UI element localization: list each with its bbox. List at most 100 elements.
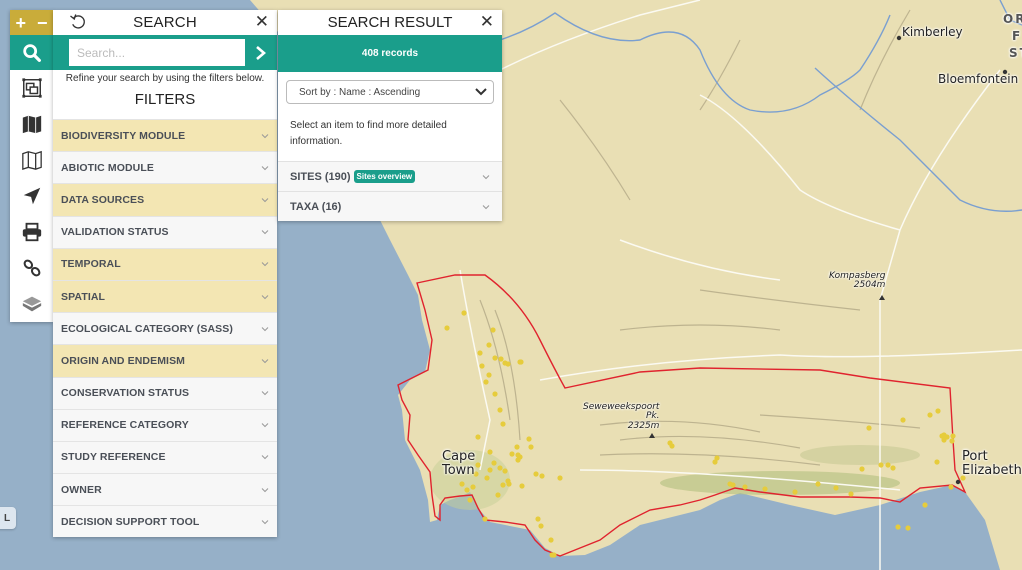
site-marker[interactable] xyxy=(935,408,941,414)
site-marker[interactable] xyxy=(500,482,506,488)
site-marker[interactable] xyxy=(557,475,563,481)
site-marker[interactable] xyxy=(497,465,503,471)
filter-item[interactable]: OWNER xyxy=(53,473,277,506)
layers-button[interactable] xyxy=(10,286,53,322)
filter-item[interactable]: VALIDATION STATUS xyxy=(53,215,277,248)
sites-section[interactable]: SITES (190) Sites overview xyxy=(278,161,502,191)
close-result-panel-button[interactable]: ✕ xyxy=(480,13,494,30)
search-submit-button[interactable] xyxy=(245,35,277,70)
site-marker[interactable] xyxy=(815,481,821,487)
site-marker[interactable] xyxy=(492,355,498,361)
search-tool-button[interactable] xyxy=(10,35,53,70)
site-marker[interactable] xyxy=(548,537,554,543)
basemap-button[interactable] xyxy=(10,106,53,142)
legend-toggle-button[interactable]: L xyxy=(0,507,16,529)
site-marker[interactable] xyxy=(885,462,891,468)
site-marker[interactable] xyxy=(950,433,956,439)
filter-item[interactable]: DECISION SUPPORT TOOL xyxy=(53,505,277,538)
site-marker[interactable] xyxy=(487,467,493,473)
site-marker[interactable] xyxy=(944,434,950,440)
site-marker[interactable] xyxy=(895,524,901,530)
site-marker[interactable] xyxy=(490,327,496,333)
filter-item[interactable]: SPATIAL xyxy=(53,279,277,313)
share-link-button[interactable] xyxy=(10,250,53,286)
site-marker[interactable] xyxy=(484,475,490,481)
site-marker[interactable] xyxy=(505,361,511,367)
site-marker[interactable] xyxy=(859,466,865,472)
zoom-in-button[interactable]: + xyxy=(15,14,26,32)
site-marker[interactable] xyxy=(461,310,467,316)
site-marker[interactable] xyxy=(730,482,736,488)
close-search-panel-button[interactable]: ✕ xyxy=(255,13,269,30)
site-marker[interactable] xyxy=(905,525,911,531)
site-marker[interactable] xyxy=(482,516,488,522)
site-marker[interactable] xyxy=(762,486,768,492)
site-marker[interactable] xyxy=(712,459,718,465)
site-marker[interactable] xyxy=(539,473,545,479)
site-marker[interactable] xyxy=(492,391,498,397)
site-marker[interactable] xyxy=(479,363,485,369)
filter-item[interactable]: ECOLOGICAL CATEGORY (SASS) xyxy=(53,312,277,345)
site-marker[interactable] xyxy=(533,471,539,477)
site-marker[interactable] xyxy=(477,350,483,356)
filter-item[interactable]: ORIGIN AND ENDEMISM xyxy=(53,344,277,377)
site-marker[interactable] xyxy=(866,425,872,431)
filter-item[interactable]: STUDY REFERENCE xyxy=(53,440,277,474)
site-marker[interactable] xyxy=(515,457,521,463)
site-marker[interactable] xyxy=(922,502,928,508)
site-marker[interactable] xyxy=(948,484,954,490)
filter-item[interactable]: REFERENCE CATEGORY xyxy=(53,408,277,441)
site-marker[interactable] xyxy=(742,484,748,490)
site-marker[interactable] xyxy=(475,462,481,468)
site-marker[interactable] xyxy=(833,485,839,491)
site-marker[interactable] xyxy=(514,444,520,450)
site-marker[interactable] xyxy=(890,465,896,471)
site-marker[interactable] xyxy=(509,451,515,457)
filter-item[interactable]: TEMPORAL xyxy=(53,247,277,280)
site-marker[interactable] xyxy=(459,481,465,487)
site-marker[interactable] xyxy=(517,359,523,365)
filter-item[interactable]: CONSERVATION STATUS xyxy=(53,376,277,409)
site-marker[interactable] xyxy=(538,523,544,529)
locate-button[interactable] xyxy=(10,178,53,214)
site-marker[interactable] xyxy=(848,491,854,497)
site-marker[interactable] xyxy=(498,356,504,362)
map-layers-button[interactable] xyxy=(10,142,53,178)
site-marker[interactable] xyxy=(669,443,675,449)
site-marker[interactable] xyxy=(528,444,534,450)
site-marker[interactable] xyxy=(927,412,933,418)
site-marker[interactable] xyxy=(502,468,508,474)
site-marker[interactable] xyxy=(900,417,906,423)
site-marker[interactable] xyxy=(486,342,492,348)
site-marker[interactable] xyxy=(500,421,506,427)
site-marker[interactable] xyxy=(487,449,493,455)
sites-overview-button[interactable]: Sites overview xyxy=(353,170,416,183)
site-marker[interactable] xyxy=(792,489,798,495)
site-marker[interactable] xyxy=(475,434,481,440)
filter-item[interactable]: BIODIVERSITY MODULE xyxy=(53,119,277,152)
site-marker[interactable] xyxy=(934,459,940,465)
filter-item[interactable]: ABIOTIC MODULE xyxy=(53,151,277,184)
site-marker[interactable] xyxy=(878,462,884,468)
taxa-section[interactable]: TAXA (16) xyxy=(278,191,502,221)
site-marker[interactable] xyxy=(483,379,489,385)
site-marker[interactable] xyxy=(535,516,541,522)
zoom-out-button[interactable]: − xyxy=(37,14,48,32)
site-marker[interactable] xyxy=(495,492,501,498)
site-marker[interactable] xyxy=(467,497,473,503)
search-input[interactable] xyxy=(69,39,245,66)
select-area-button[interactable] xyxy=(10,70,53,106)
site-marker[interactable] xyxy=(491,460,497,466)
site-marker[interactable] xyxy=(486,372,492,378)
site-marker[interactable] xyxy=(464,487,470,493)
site-marker[interactable] xyxy=(551,552,557,558)
sort-select[interactable]: Sort by : Name : Ascending xyxy=(286,80,494,104)
print-button[interactable] xyxy=(10,214,53,250)
reset-icon[interactable] xyxy=(69,13,87,31)
site-marker[interactable] xyxy=(949,438,955,444)
filter-item[interactable]: DATA SOURCES xyxy=(53,183,277,216)
site-marker[interactable] xyxy=(526,436,532,442)
site-marker[interactable] xyxy=(519,483,525,489)
site-marker[interactable] xyxy=(444,325,450,331)
site-marker[interactable] xyxy=(470,484,476,490)
